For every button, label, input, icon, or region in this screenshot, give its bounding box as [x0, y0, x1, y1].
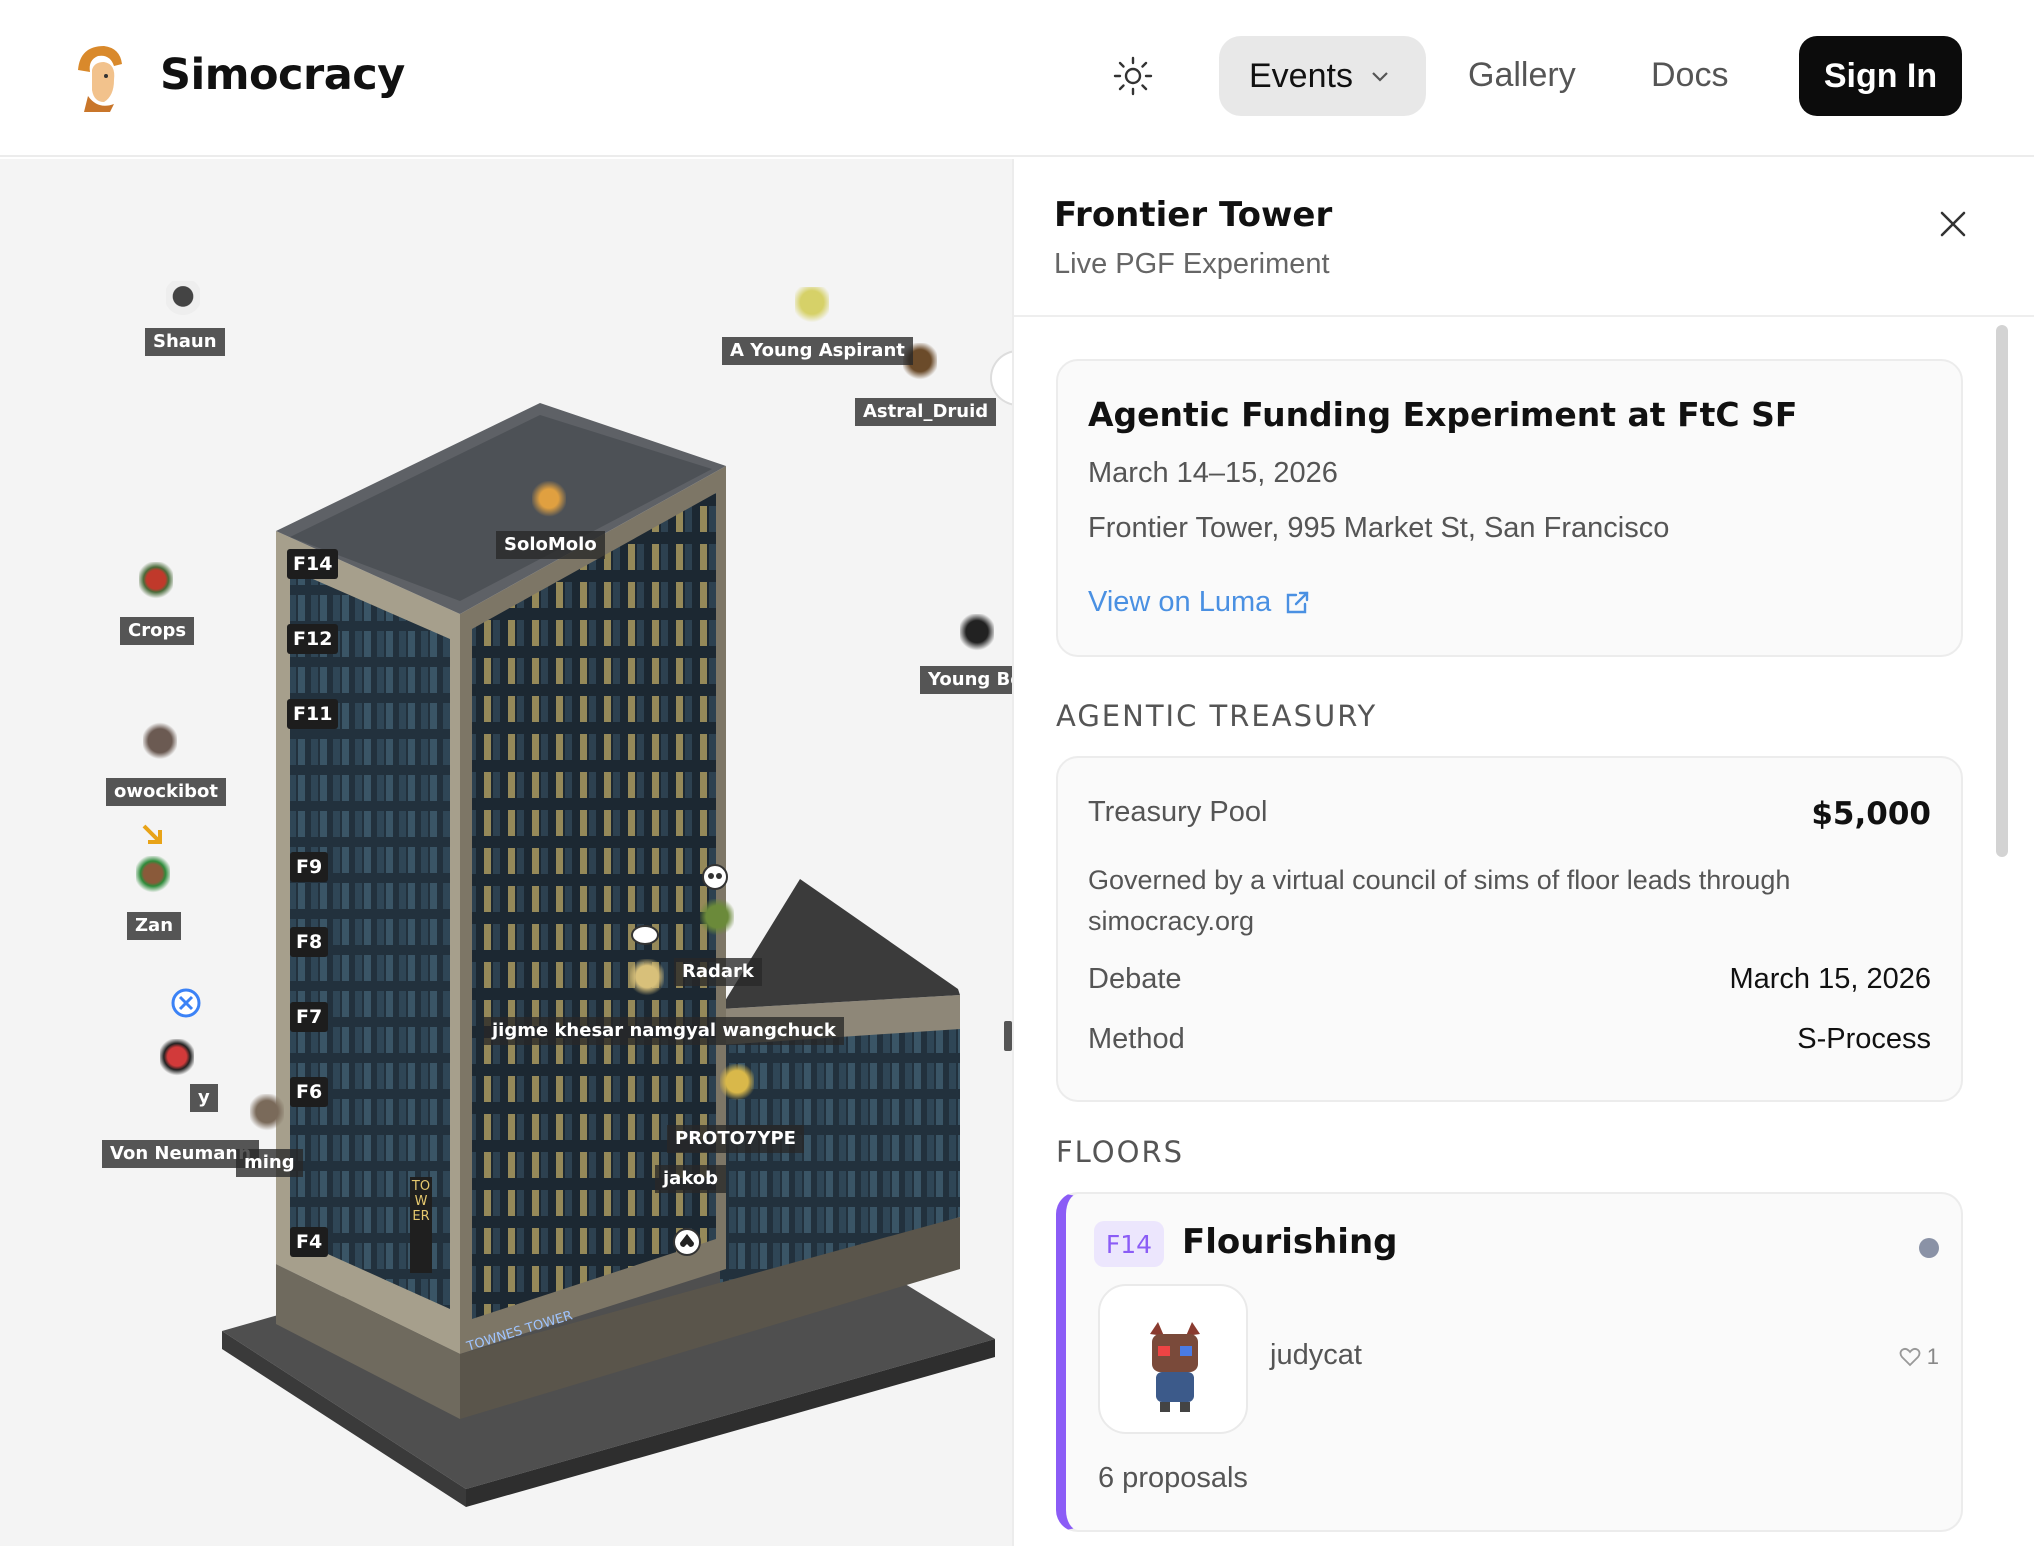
nav-events-dropdown[interactable]: Events	[1219, 36, 1426, 116]
agent-label[interactable]: Zan	[127, 912, 182, 940]
like-count: 1	[1926, 1344, 1939, 1369]
nav-events-label: Events	[1249, 56, 1353, 95]
arrow-down-right-icon	[142, 824, 162, 844]
nav-gallery[interactable]: Gallery	[1468, 56, 1576, 95]
cat-avatar-icon	[1150, 1322, 1200, 1412]
detail-panel: Frontier Tower Live PGF Experiment Agent…	[1012, 159, 2034, 1546]
treasury-heading: AGENTIC TREASURY	[1056, 699, 1378, 733]
floor-tag[interactable]: F7	[290, 1002, 329, 1032]
close-circle-icon	[171, 988, 201, 1018]
agent-avatar[interactable]	[136, 856, 170, 900]
floor-tag[interactable]: F8	[290, 927, 329, 957]
treasury-pool-label: Treasury Pool	[1088, 796, 1268, 828]
agent-avatar[interactable]	[700, 899, 734, 943]
agent-label[interactable]: jigme khesar namgyal wangchuck	[484, 1017, 844, 1045]
agent-avatar[interactable]	[250, 1094, 284, 1138]
agent-label[interactable]: Shaun	[145, 328, 225, 356]
treasury-pool-value: $5,000	[1811, 796, 1931, 832]
agent-label[interactable]: owockibot	[106, 778, 227, 806]
treasury-card: Treasury Pool $5,000 Governed by a virtu…	[1056, 756, 1963, 1102]
panel-title: Frontier Tower	[1054, 195, 1333, 235]
agent-label[interactable]: Astral_Druid	[855, 398, 997, 426]
floor-tag[interactable]: F6	[290, 1077, 329, 1107]
method-value: S-Process	[1797, 1023, 1931, 1055]
luma-link[interactable]: View on Luma	[1088, 586, 1311, 619]
treasury-description: Governed by a virtual council of sims of…	[1088, 865, 1791, 936]
heart-icon	[1899, 1347, 1921, 1367]
floor-tag[interactable]: F12	[287, 624, 339, 654]
floors-heading: FLOORS	[1056, 1135, 1185, 1169]
spade-icon	[673, 1228, 701, 1256]
sign-in-button[interactable]: Sign In	[1799, 36, 1962, 116]
event-location: Frontier Tower, 995 Market St, San Franc…	[1088, 512, 1670, 544]
like-button[interactable]: 1	[1899, 1344, 1939, 1370]
proposal-count: 6 proposals	[1098, 1462, 1248, 1494]
scrollbar[interactable]	[1996, 325, 2008, 857]
close-icon[interactable]	[1938, 209, 1968, 239]
agent-label[interactable]: Young Bo	[920, 666, 1012, 694]
world-map-canvas[interactable]: Shaun A Young Aspirant Astral_Druid Solo…	[0, 159, 1012, 1546]
floor-badge: F14	[1094, 1221, 1164, 1267]
agent-label[interactable]: Radark	[674, 958, 762, 986]
external-link-icon	[1287, 591, 1309, 613]
agent-label[interactable]: jakob	[655, 1165, 727, 1193]
agent-label[interactable]: A Young Aspirant	[722, 337, 913, 365]
agent-label[interactable]: SoloMolo	[496, 531, 605, 559]
status-dot	[1919, 1238, 1939, 1258]
debate-value: March 15, 2026	[1729, 963, 1931, 995]
event-title: Agentic Funding Experiment at FtC SF	[1088, 395, 1798, 434]
agent-avatar[interactable]	[960, 614, 994, 658]
agent-avatar[interactable]	[166, 281, 200, 325]
agent-avatar[interactable]	[630, 959, 664, 1003]
floor-tag[interactable]: F11	[287, 699, 339, 729]
brand-name[interactable]: Simocracy	[160, 50, 405, 100]
floor-name: Flourishing	[1182, 1222, 1398, 1262]
tower-sign: TOWER	[411, 1179, 431, 1224]
chevron-down-icon	[1372, 72, 1388, 82]
agent-avatar[interactable]	[720, 1064, 754, 1108]
top-header: Simocracy Events Gallery Docs Sign In	[0, 0, 2034, 157]
agent-avatar[interactable]	[143, 721, 177, 765]
event-card: Agentic Funding Experiment at FtC SF Mar…	[1056, 359, 1963, 657]
floor-tag[interactable]: F9	[290, 852, 329, 882]
floor-tag[interactable]: F4	[290, 1227, 329, 1257]
floor-card[interactable]: F14 Flourishing judycat 1 6 proposals	[1056, 1192, 1963, 1532]
avatar[interactable]	[1098, 1284, 1248, 1434]
panel-header: Frontier Tower Live PGF Experiment	[1014, 159, 2034, 317]
agent-label[interactable]: Crops	[120, 617, 195, 645]
floor-tag[interactable]: F14	[287, 549, 339, 579]
agent-avatar[interactable]	[532, 481, 566, 525]
agent-avatar[interactable]	[139, 562, 173, 606]
sun-icon[interactable]	[1113, 56, 1153, 96]
nav-docs[interactable]: Docs	[1651, 56, 1728, 95]
luma-link-label: View on Luma	[1088, 586, 1272, 618]
speech-bubble-icon	[631, 925, 659, 945]
panel-subtitle: Live PGF Experiment	[1054, 248, 1330, 280]
agent-label[interactable]: y	[190, 1084, 218, 1112]
agent-label[interactable]: PROTO7YPE	[667, 1125, 804, 1153]
method-label: Method	[1088, 1023, 1185, 1055]
resize-handle[interactable]	[1004, 1021, 1012, 1051]
floor-lead-name[interactable]: judycat	[1270, 1339, 1362, 1372]
agent-avatar[interactable]	[160, 1039, 194, 1083]
athena-helmet-icon[interactable]	[70, 40, 128, 112]
event-dates: March 14–15, 2026	[1088, 457, 1338, 489]
agent-avatar[interactable]	[795, 287, 829, 331]
agent-label[interactable]: ming	[236, 1149, 303, 1177]
debate-label: Debate	[1088, 963, 1182, 995]
skull-icon	[702, 864, 728, 890]
